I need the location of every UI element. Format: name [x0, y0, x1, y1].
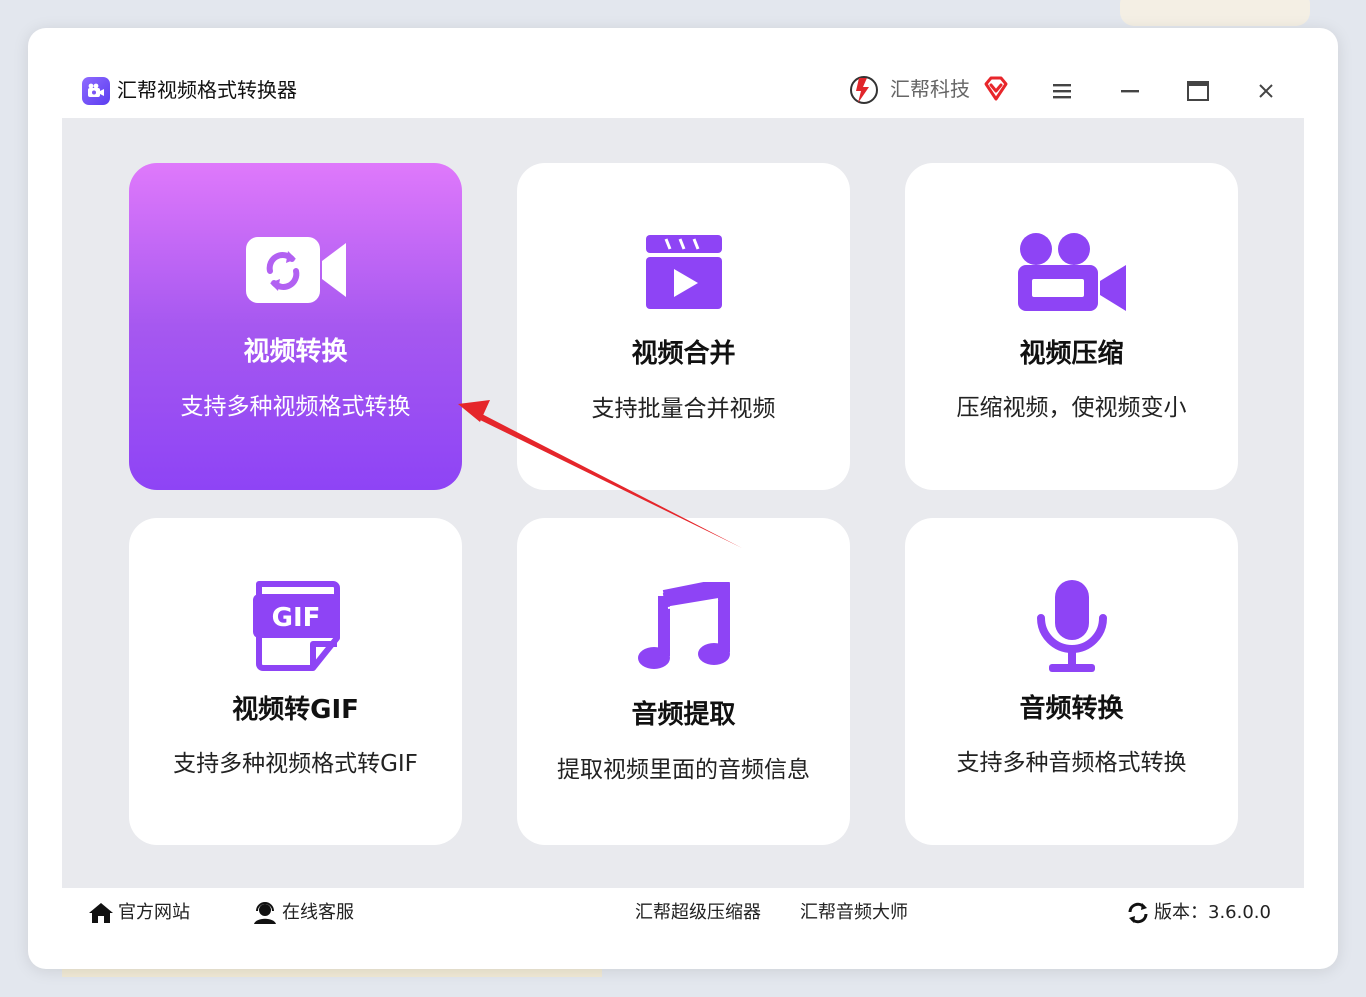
refresh-icon: [1128, 902, 1148, 924]
background-strip: [62, 968, 602, 977]
online-service-link[interactable]: 在线客服: [252, 900, 354, 926]
maximize-button[interactable]: [1180, 76, 1216, 106]
audio-master-label: 汇帮音频大师: [800, 902, 908, 923]
card-subtitle: 提取视频里面的音频信息: [557, 757, 810, 783]
card-audio-extract[interactable]: 音频提取 提取视频里面的音频信息: [517, 518, 850, 845]
card-title: 音频提取: [631, 700, 736, 730]
card-video-merge[interactable]: 视频合并 支持批量合并视频: [517, 163, 850, 490]
movie-camera-icon: [1016, 231, 1128, 319]
card-subtitle: 支持多种视频格式转GIF: [173, 751, 418, 777]
footer-bar: 官方网站 在线客服 汇帮超级压缩器 汇帮音频大师 版本：3.6.0.0: [62, 890, 1304, 936]
card-subtitle: 压缩视频，使视频变小: [956, 395, 1187, 421]
brand-name: 汇帮科技: [890, 77, 970, 101]
video-convert-icon: [244, 235, 348, 309]
menu-button[interactable]: [1044, 76, 1080, 106]
card-title: 视频压缩: [1019, 339, 1124, 369]
card-video-convert[interactable]: 视频转换 支持多种视频格式转换: [129, 163, 462, 490]
card-subtitle: 支持批量合并视频: [591, 396, 776, 422]
close-button[interactable]: [1248, 76, 1284, 106]
microphone-icon: [1035, 578, 1109, 680]
version-label: 版本：3.6.0.0: [1154, 902, 1271, 923]
audio-master-link[interactable]: 汇帮音频大师: [800, 900, 908, 926]
card-subtitle: 支持多种视频格式转换: [180, 394, 411, 420]
vip-diamond-icon[interactable]: [982, 75, 1010, 103]
app-logo-icon: [82, 77, 110, 105]
compressor-link[interactable]: 汇帮超级压缩器: [635, 900, 761, 926]
card-title: 视频转GIF: [232, 695, 359, 725]
official-site-link[interactable]: 官方网站: [88, 900, 190, 926]
clapperboard-play-icon: [644, 233, 724, 317]
card-audio-convert[interactable]: 音频转换 支持多种音频格式转换: [905, 518, 1238, 845]
gif-file-icon: GIF: [251, 580, 341, 678]
card-title: 音频转换: [1019, 694, 1124, 724]
title-bar: 汇帮视频格式转换器 汇帮科技: [62, 66, 1304, 116]
feature-area: 视频转换 支持多种视频格式转换 视频合并 支持批量合并视频 视频压缩 压缩视频，…: [62, 118, 1304, 888]
minimize-button[interactable]: [1112, 76, 1148, 106]
online-service-label: 在线客服: [282, 902, 354, 923]
card-title: 视频转换: [243, 337, 348, 367]
card-subtitle: 支持多种音频格式转换: [956, 750, 1187, 776]
card-video-compress[interactable]: 视频压缩 压缩视频，使视频变小: [905, 163, 1238, 490]
app-title: 汇帮视频格式转换器: [117, 78, 297, 102]
card-video-to-gif[interactable]: GIF 视频转GIF 支持多种视频格式转GIF: [129, 518, 462, 845]
official-site-label: 官方网站: [118, 902, 190, 923]
brand-logo-icon: [848, 74, 880, 106]
version-info[interactable]: 版本：3.6.0.0: [1126, 900, 1271, 926]
music-note-icon: [636, 578, 732, 676]
compressor-label: 汇帮超级压缩器: [635, 902, 761, 923]
svg-text:GIF: GIF: [271, 603, 320, 633]
home-icon: [89, 903, 113, 923]
card-title: 视频合并: [631, 339, 736, 369]
customer-service-icon: [254, 902, 276, 924]
background-blob: [1120, 0, 1310, 26]
